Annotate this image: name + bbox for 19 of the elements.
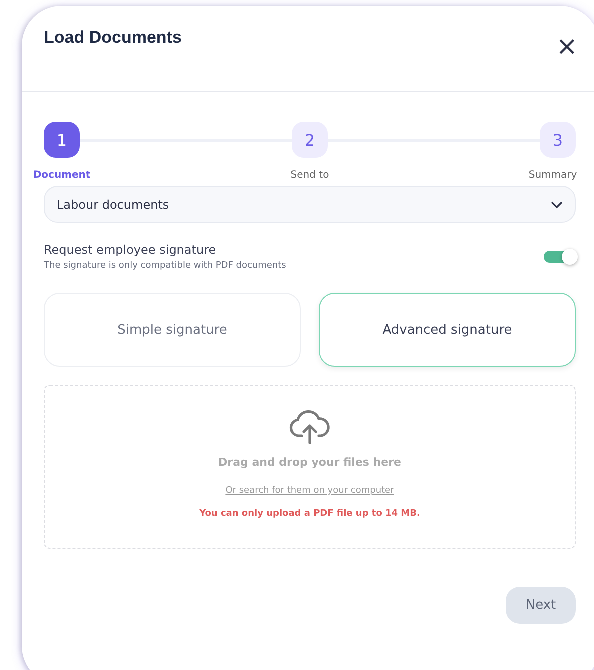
- close-button[interactable]: ×: [556, 34, 578, 60]
- step-label: Summary: [528, 170, 578, 181]
- document-type-dropdown[interactable]: Labour documents: [44, 186, 576, 223]
- signature-option[interactable]: Advanced signature: [319, 293, 576, 367]
- signature-option[interactable]: Simple signature: [44, 293, 301, 367]
- cloud-upload-icon: [289, 410, 331, 444]
- file-limit-warning: You can only upload a PDF file up to 14 MB.: [200, 509, 420, 519]
- step-number[interactable]: 3: [540, 122, 576, 158]
- step-number[interactable]: 2: [292, 122, 328, 158]
- toggle-label: Request employee signature: [44, 243, 218, 257]
- chevron-down-icon: [551, 200, 563, 208]
- drop-zone-title: Drag and drop your files here: [218, 456, 402, 469]
- step-number[interactable]: 1: [44, 122, 80, 158]
- dialog-title: Load Documents: [44, 28, 182, 48]
- toggle-hint: The signature is only compatible with PDF documents: [44, 261, 286, 271]
- step-label: Document: [33, 170, 91, 181]
- drop-zone[interactable]: Drag and drop your files here Or search for them on your computer You can only upload a PDF file up to 14 MB.: [44, 385, 576, 549]
- browse-files-link[interactable]: Or search for them on your computer: [226, 486, 394, 496]
- step-label: Send to: [290, 170, 330, 181]
